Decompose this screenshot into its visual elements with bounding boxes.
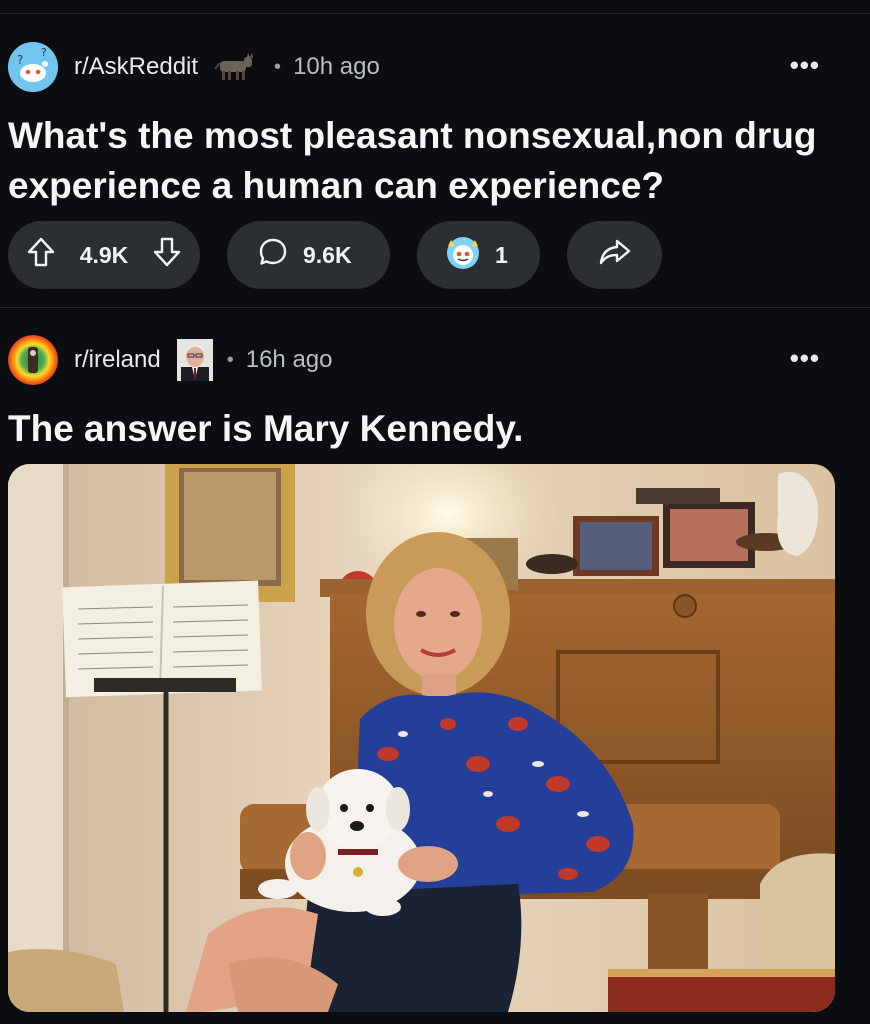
comments-button[interactable]: 9.6K [227,221,390,289]
award-button[interactable]: 1 [417,221,540,289]
vote-pill: 4.9K [8,221,200,289]
top-divider [0,13,870,14]
post-title[interactable]: The answer is Mary Kennedy. [8,404,858,454]
president-flair-icon [176,339,213,381]
post-actions: 4.9K 9.6K 1 [8,221,662,289]
post-time: 16h ago [245,346,333,373]
post-title[interactable]: What's the most pleasant nonsexual,non d… [8,111,858,211]
donkey-flair-icon [214,53,260,81]
post-header: r/ireland • 16h ago ••• [8,333,862,387]
post-header: ? ? r/AskReddit • 10h ago ••• [8,40,862,94]
subreddit-name[interactable]: r/ireland [74,346,161,374]
upvote-icon[interactable] [26,236,56,274]
post-image[interactable] [8,464,835,1012]
share-icon [598,236,632,274]
askreddit-avatar-icon[interactable]: ? ? [8,42,58,92]
svg-text:?: ? [41,46,47,59]
separator-dot: • [274,55,282,78]
comment-icon [257,236,289,274]
downvote-icon[interactable] [152,236,182,274]
award-icon [445,234,481,276]
award-count: 1 [495,241,508,268]
upvote-count: 4.9K [79,241,129,268]
share-button[interactable] [567,221,662,289]
more-options-icon[interactable]: ••• [790,343,820,374]
separator-dot: • [226,348,234,371]
more-options-icon[interactable]: ••• [790,50,820,81]
ireland-avatar-icon[interactable] [8,335,58,385]
svg-text:?: ? [17,53,23,67]
post-time: 10h ago [293,53,380,80]
post-divider [0,307,870,308]
subreddit-name[interactable]: r/AskReddit [74,53,198,81]
comment-count: 9.6K [303,241,352,268]
